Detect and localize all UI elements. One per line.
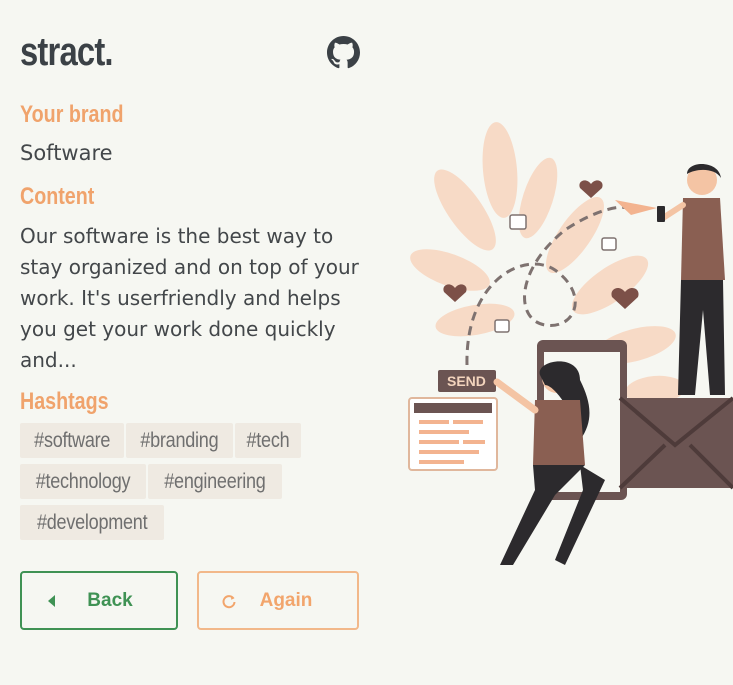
- logo: stract.: [20, 30, 114, 74]
- again-button[interactable]: Again: [197, 571, 359, 630]
- back-button[interactable]: Back: [20, 571, 178, 630]
- github-icon[interactable]: [327, 36, 360, 69]
- hashtag-chip: #development: [20, 505, 165, 540]
- content-label: Content: [20, 183, 95, 210]
- hashtag-chip: #software: [20, 423, 125, 458]
- hashtag-list: #software #branding #tech #technology #engi…: [20, 423, 365, 546]
- social-media-illustration: SEND: [408, 122, 733, 565]
- content-text: Our software is the best way to stay org…: [20, 224, 359, 372]
- hashtag-chip: #tech: [235, 423, 301, 458]
- hashtags-label: Hashtags: [20, 388, 109, 415]
- send-label: SEND: [447, 373, 486, 389]
- again-button-label: Again: [259, 589, 313, 611]
- brand-value: Software: [20, 141, 113, 165]
- back-button-label: Back: [87, 589, 133, 611]
- hashtag-chip: #branding: [126, 423, 234, 458]
- hashtag-chip: #engineering: [147, 464, 282, 499]
- brand-label: Your brand: [20, 101, 124, 128]
- hashtag-chip: #technology: [20, 464, 146, 499]
